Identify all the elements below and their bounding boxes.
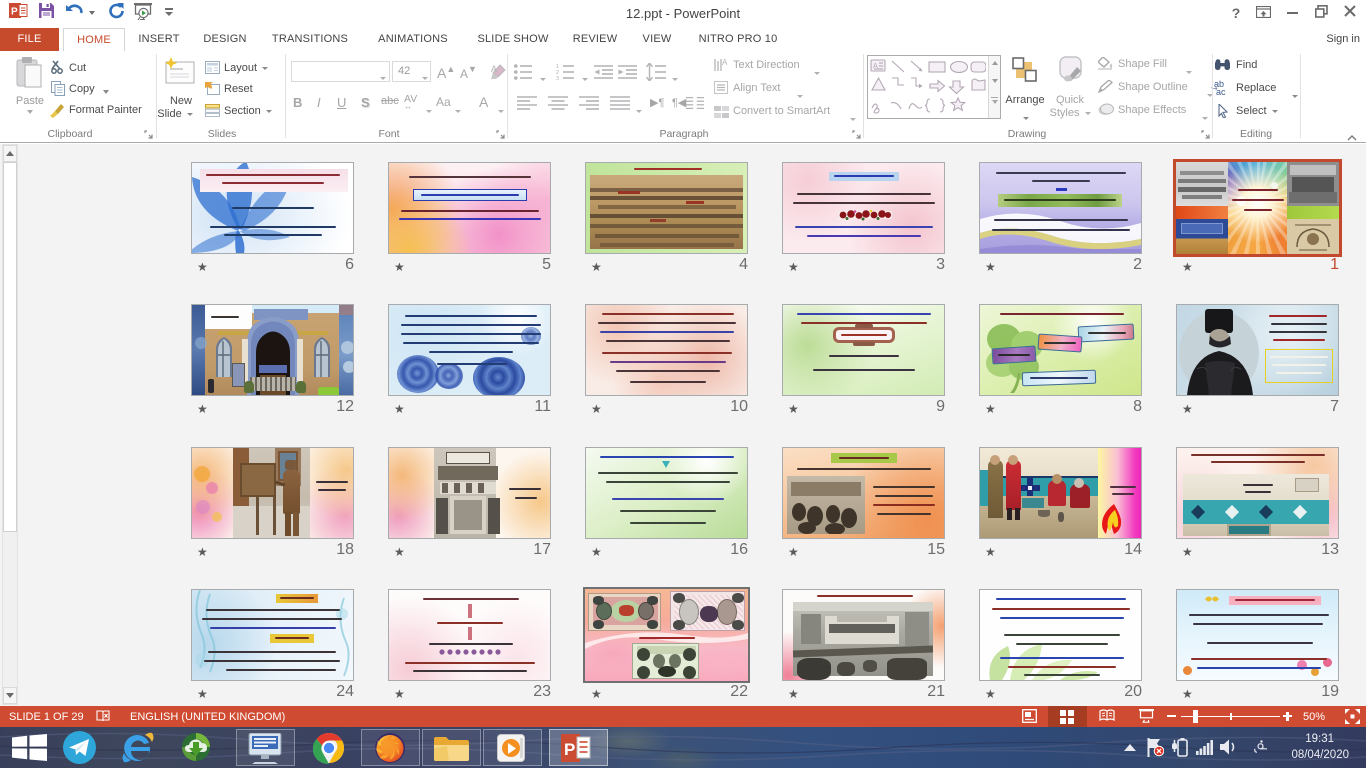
svg-text:P: P [564,740,575,759]
svg-text:3: 3 [556,76,559,80]
svg-text:A: A [722,58,728,67]
svg-text:A: A [491,64,497,74]
